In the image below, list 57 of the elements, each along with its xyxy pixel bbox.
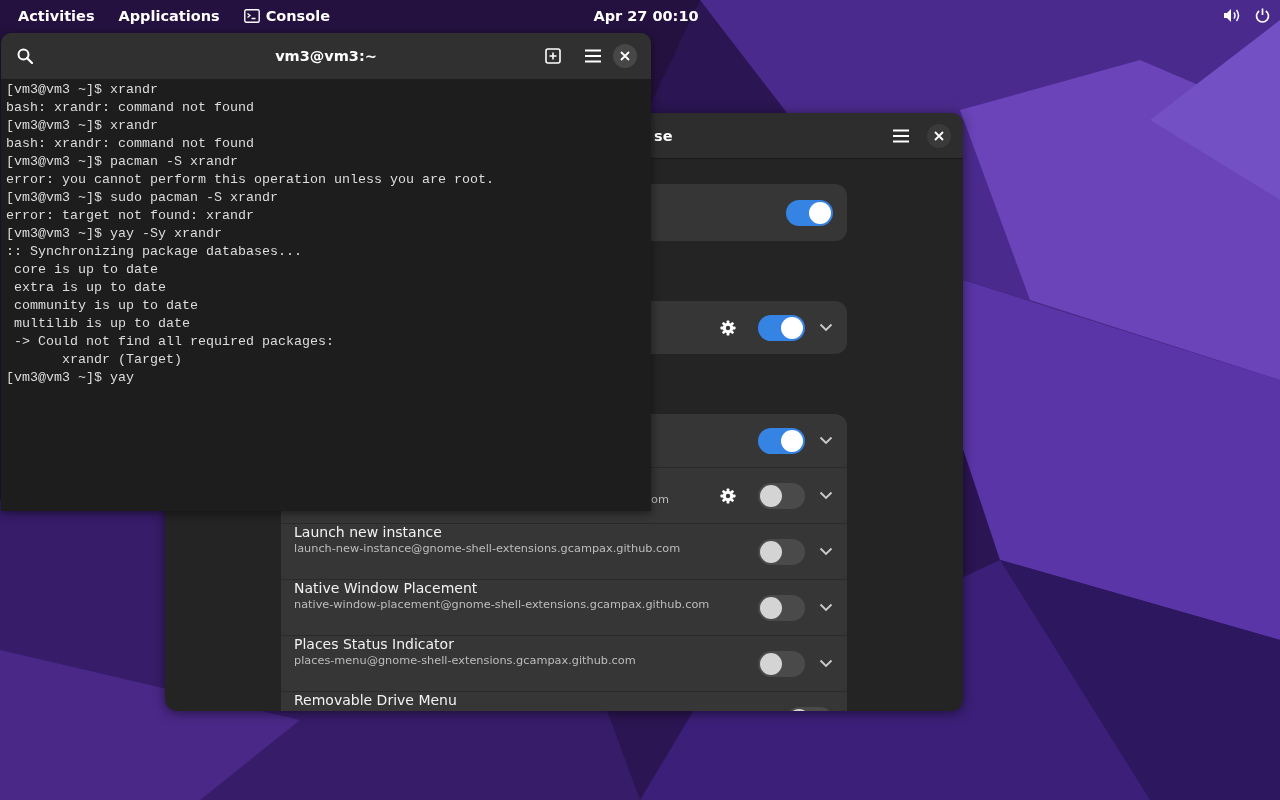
- terminal-line: [vm3@vm3 ~]$ xrandr: [6, 82, 158, 97]
- close-icon: [934, 130, 944, 141]
- new-tab-icon: [545, 48, 561, 64]
- toggle-switch[interactable]: [758, 538, 805, 565]
- extension-name: Native Window Placement: [294, 580, 479, 596]
- applications-menu[interactable]: Applications: [108, 7, 230, 24]
- close-button[interactable]: [927, 123, 951, 148]
- extension-name: Places Status Indicator: [294, 636, 455, 652]
- terminal-line: error: target not found: xrandr: [6, 208, 254, 223]
- terminal-line: community is up to date: [13, 298, 198, 313]
- terminal-line: [vm3@vm3 ~]$ sudo pacman -S xrandr: [6, 190, 278, 205]
- terminal-line: [vm3@vm3 ~]$ xrandr: [6, 118, 158, 133]
- toggle-switch[interactable]: [758, 314, 805, 341]
- settings-icon[interactable]: [720, 319, 736, 336]
- terminal-icon: [243, 8, 260, 23]
- menu-icon: [585, 49, 601, 63]
- toggle-switch[interactable]: [758, 482, 805, 509]
- terminal-line: [vm3@vm3 ~]$ yay -Sy xrandr: [6, 226, 222, 241]
- clock[interactable]: Apr 27 00:10: [593, 7, 699, 24]
- extension-id: native-window-placement@gnome-shell-extensions.gcampax.github.com: [294, 598, 711, 611]
- toggle-switch[interactable]: [758, 427, 805, 454]
- terminal-line: bash: xrandr: command not found: [6, 100, 254, 115]
- window-title: vm3@vm3:~: [275, 48, 377, 64]
- terminal-line: :: Synchronizing package databases...: [6, 244, 302, 259]
- terminal-line: [vm3@vm3 ~]$ yay: [6, 370, 134, 385]
- app-menu[interactable]: Console: [233, 7, 340, 24]
- volume-icon[interactable]: [1223, 8, 1241, 23]
- settings-icon[interactable]: [720, 487, 736, 504]
- close-button[interactable]: [613, 44, 637, 68]
- chevron-down-icon[interactable]: [819, 603, 833, 612]
- menu-icon: [893, 128, 909, 143]
- extension-id: places-menu@gnome-shell-extensions.gcampax.github.com: [294, 654, 637, 667]
- terminal-line: core is up to date: [13, 262, 158, 277]
- chevron-down-icon[interactable]: [819, 547, 833, 556]
- terminal-line: multilib is up to date: [13, 316, 190, 331]
- search-icon: [17, 48, 33, 64]
- extension-name: Removable Drive Menu: [294, 692, 458, 708]
- extension-id: om: [651, 493, 670, 506]
- terminal-line: -> Could not find all required packages:: [13, 334, 334, 349]
- toggle-switch[interactable]: [758, 650, 805, 677]
- terminal-line: error: you cannot perform this operation unless you are root.: [6, 172, 494, 187]
- terminal-line: bash: xrandr: command not found: [6, 136, 254, 151]
- power-icon[interactable]: [1255, 8, 1270, 23]
- extension-id: launch-new-instance@gnome-shell-extensions.gcampax.github.com: [294, 542, 682, 555]
- close-icon: [620, 51, 630, 61]
- activities-button[interactable]: Activities: [8, 7, 105, 24]
- window-title: se: [654, 127, 673, 144]
- toggle-switch[interactable]: [786, 199, 833, 226]
- chevron-down-icon[interactable]: [819, 436, 833, 445]
- extension-name: Launch new instance: [294, 524, 443, 540]
- toggle-switch[interactable]: [758, 594, 805, 621]
- chevron-down-icon[interactable]: [819, 323, 833, 332]
- chevron-down-icon[interactable]: [819, 491, 833, 500]
- chevron-down-icon[interactable]: [819, 659, 833, 668]
- terminal-line: [vm3@vm3 ~]$ pacman -S xrandr: [6, 154, 238, 169]
- terminal-line: extra is up to date: [13, 280, 166, 295]
- terminal-line: xrandr (Target): [61, 352, 182, 367]
